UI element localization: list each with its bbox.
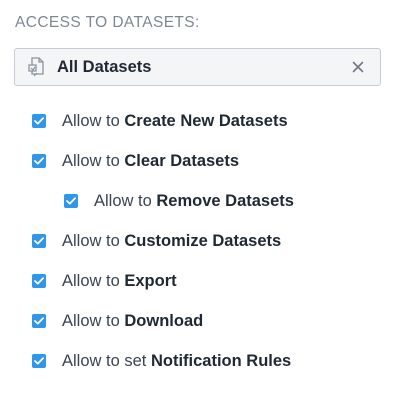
permission-name: Download bbox=[124, 311, 204, 330]
checkbox[interactable] bbox=[32, 114, 46, 128]
check-icon bbox=[34, 117, 44, 125]
permission-prefix: Allow to bbox=[62, 151, 120, 170]
checkbox[interactable] bbox=[32, 274, 46, 288]
permission-item[interactable]: Allow to Remove Datasets bbox=[64, 190, 294, 212]
check-icon bbox=[34, 237, 44, 245]
permission-name: Clear Datasets bbox=[124, 151, 240, 170]
permission-label: Allow to Remove Datasets bbox=[94, 192, 294, 211]
close-icon[interactable] bbox=[349, 58, 367, 76]
check-icon bbox=[34, 317, 44, 325]
section-label: ACCESS TO DATASETS: bbox=[15, 14, 200, 31]
checkbox[interactable] bbox=[32, 154, 46, 168]
checkbox[interactable] bbox=[32, 314, 46, 328]
permission-item[interactable]: Allow to Customize Datasets bbox=[32, 230, 281, 252]
permission-label: Allow to Create New Datasets bbox=[62, 112, 288, 131]
checkbox[interactable] bbox=[64, 194, 78, 208]
permission-label: Allow to Customize Datasets bbox=[62, 232, 281, 251]
permission-name: Export bbox=[124, 271, 177, 290]
permission-label: Allow to Export bbox=[62, 272, 177, 291]
permission-item[interactable]: Allow to Download bbox=[32, 310, 203, 332]
permission-prefix: Allow to bbox=[62, 271, 120, 290]
permission-item[interactable]: Allow to set Notification Rules bbox=[32, 350, 291, 372]
dataset-selector[interactable]: All Datasets bbox=[14, 48, 381, 86]
permission-item[interactable]: Allow to Create New Datasets bbox=[32, 110, 288, 132]
permission-prefix: Allow to bbox=[94, 191, 152, 210]
checkbox[interactable] bbox=[32, 234, 46, 248]
permission-name: Create New Datasets bbox=[124, 111, 288, 130]
permission-label: Allow to set Notification Rules bbox=[62, 352, 291, 371]
permission-prefix: Allow to bbox=[62, 311, 120, 330]
permission-name: Customize Datasets bbox=[124, 231, 282, 250]
permission-name: Notification Rules bbox=[150, 351, 292, 370]
permission-prefix: Allow to bbox=[62, 111, 120, 130]
dataset-selector-value: All Datasets bbox=[57, 57, 152, 76]
permission-label: Allow to Clear Datasets bbox=[62, 152, 239, 171]
permission-prefix: Allow to set bbox=[62, 351, 147, 370]
dataset-file-icon bbox=[26, 56, 46, 78]
permission-label: Allow to Download bbox=[62, 312, 203, 331]
check-icon bbox=[34, 277, 44, 285]
permission-name: Remove Datasets bbox=[156, 191, 294, 210]
check-icon bbox=[34, 157, 44, 165]
permission-prefix: Allow to bbox=[62, 231, 120, 250]
checkbox[interactable] bbox=[32, 354, 46, 368]
permission-item[interactable]: Allow to Export bbox=[32, 270, 177, 292]
check-icon bbox=[66, 197, 76, 205]
permission-item[interactable]: Allow to Clear Datasets bbox=[32, 150, 239, 172]
check-icon bbox=[34, 357, 44, 365]
